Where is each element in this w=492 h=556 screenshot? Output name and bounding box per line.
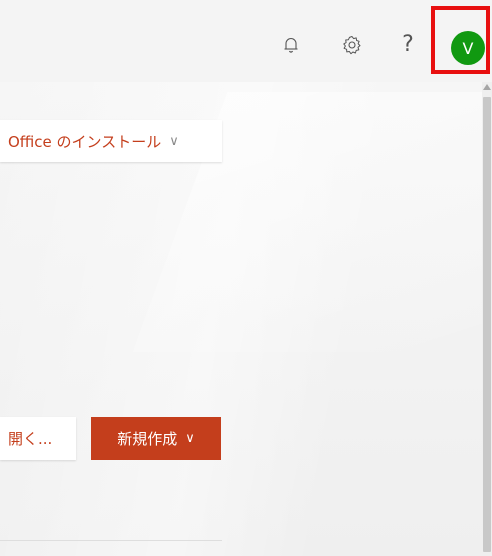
account-avatar[interactable]: V	[451, 31, 485, 65]
notifications-button[interactable]	[276, 30, 306, 60]
new-button[interactable]: 新規作成 ∨	[91, 417, 221, 460]
help-button[interactable]: ?	[393, 30, 423, 60]
new-label: 新規作成	[117, 430, 178, 448]
settings-button[interactable]	[337, 30, 367, 60]
question-mark-icon: ?	[402, 32, 414, 57]
scroll-up-arrow-icon[interactable]	[483, 84, 491, 90]
chevron-down-icon: ∨	[185, 431, 195, 446]
vertical-scrollbar[interactable]	[482, 82, 492, 556]
avatar-initial: V	[462, 38, 474, 58]
open-label: 開く...	[8, 430, 53, 448]
gear-icon	[343, 36, 361, 55]
scrollbar-thumb[interactable]	[483, 97, 491, 552]
top-bar: ? V	[0, 0, 492, 82]
install-office-button[interactable]: Office のインストール ∨	[0, 120, 222, 162]
section-divider	[0, 540, 222, 541]
bell-icon	[284, 38, 298, 53]
install-office-label: Office のインストール	[8, 132, 162, 151]
chevron-down-icon: ∨	[169, 133, 179, 149]
open-button[interactable]: 開く...	[0, 417, 76, 460]
